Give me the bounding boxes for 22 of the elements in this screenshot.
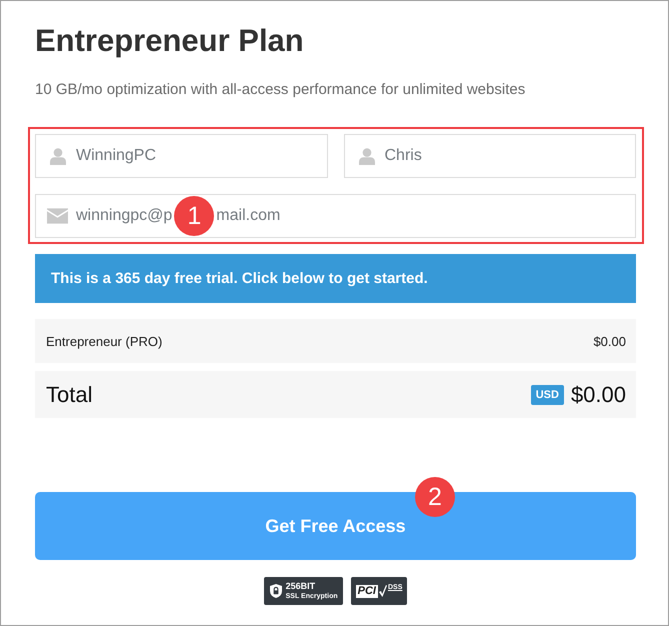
shield-lock-icon [270, 584, 282, 598]
item-name: Entrepreneur (PRO) [46, 334, 162, 348]
total-label: Total [46, 382, 92, 408]
badge-title: 256BIT [286, 582, 316, 591]
envelope-icon [47, 208, 68, 224]
person-icon [358, 148, 374, 164]
plan-title: Entrepreneur Plan [35, 23, 305, 59]
currency-tag: USD [530, 384, 564, 404]
field-value: WinningPC [76, 147, 156, 165]
plan-description: 10 GB/mo optimization with all-access performance for unlimited websites [35, 80, 526, 100]
person-icon [50, 148, 66, 164]
email-field[interactable]: winningpc@p 1 mail.com [35, 194, 636, 238]
total-amount: $0.00 [570, 382, 626, 408]
trial-notice-banner: This is a 365 day free trial. Click below to get started. [35, 254, 636, 303]
step-number-badge: 2 [415, 477, 455, 517]
item-price: $0.00 [593, 334, 626, 348]
name-field[interactable]: Chris [344, 134, 636, 178]
field-value: Chris [384, 147, 422, 165]
name-field[interactable]: WinningPC [35, 134, 328, 178]
field-value: mail.com [216, 207, 280, 225]
step-number-badge: 1 [174, 196, 214, 236]
field-value: winningpc@p [76, 207, 172, 225]
